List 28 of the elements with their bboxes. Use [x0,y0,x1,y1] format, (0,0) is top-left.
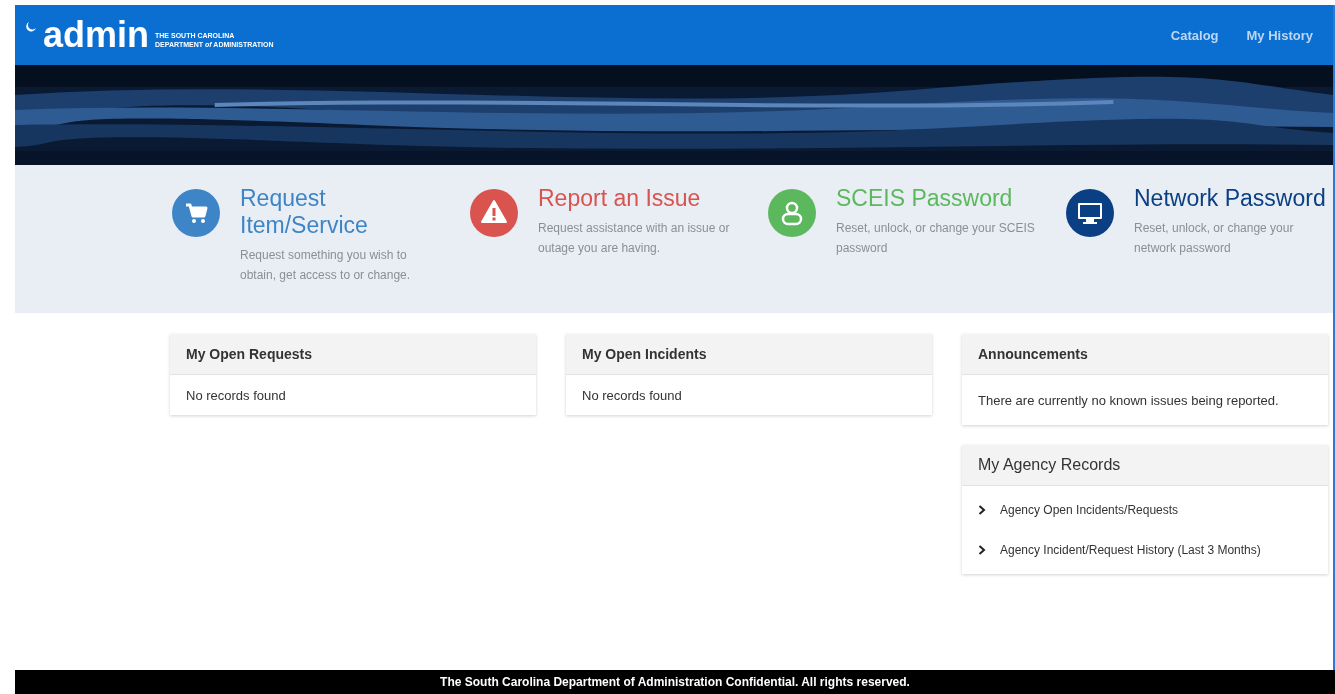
tile-description: Reset, unlock, or change your network password [1134,220,1295,257]
moon-icon [25,21,37,33]
cart-icon[interactable] [172,189,220,237]
logo-wordmark: admin [43,17,149,53]
panel-title: Announcements [978,346,1088,362]
tile-title-link[interactable]: Request Item/Service [240,185,380,239]
panel-message: No records found [582,387,682,403]
panel-title: My Open Incidents [582,346,707,362]
warning-icon[interactable] [470,189,518,237]
record-link[interactable]: Agency Open Incidents/Requests [978,490,1328,530]
panel-message: There are currently no known issues being reported. [978,392,1279,408]
tile-description: Request assistance with an issue or outage you are having. [538,220,731,257]
panel-message: No records found [186,387,286,403]
record-link[interactable]: Agency Incident/Request History (Last 3 Months) [978,530,1328,570]
chevron-icon [978,545,986,555]
nav-link[interactable]: Catalog [1170,27,1219,43]
panel-title: My Agency Records [978,456,1121,474]
panel-title: My Open Requests [186,346,313,362]
person-icon[interactable] [768,189,816,237]
monitor-icon[interactable] [1066,189,1114,237]
tile-title-link[interactable]: Network Password [1134,185,1335,212]
tile-title-link[interactable]: Report an Issue [538,185,748,212]
chevron-icon [978,505,986,515]
tile-title-link[interactable]: SCEIS Password [836,185,1046,212]
footer-text: The South Carolina Department of Administration Confidential. All rights reserved. [440,675,910,689]
tile-description: Request something you wish to obtain, get access to or change. [240,247,412,284]
nav-link[interactable]: My History [1246,27,1313,43]
tile-description: Reset, unlock, or change your SCEIS password [836,220,1036,257]
